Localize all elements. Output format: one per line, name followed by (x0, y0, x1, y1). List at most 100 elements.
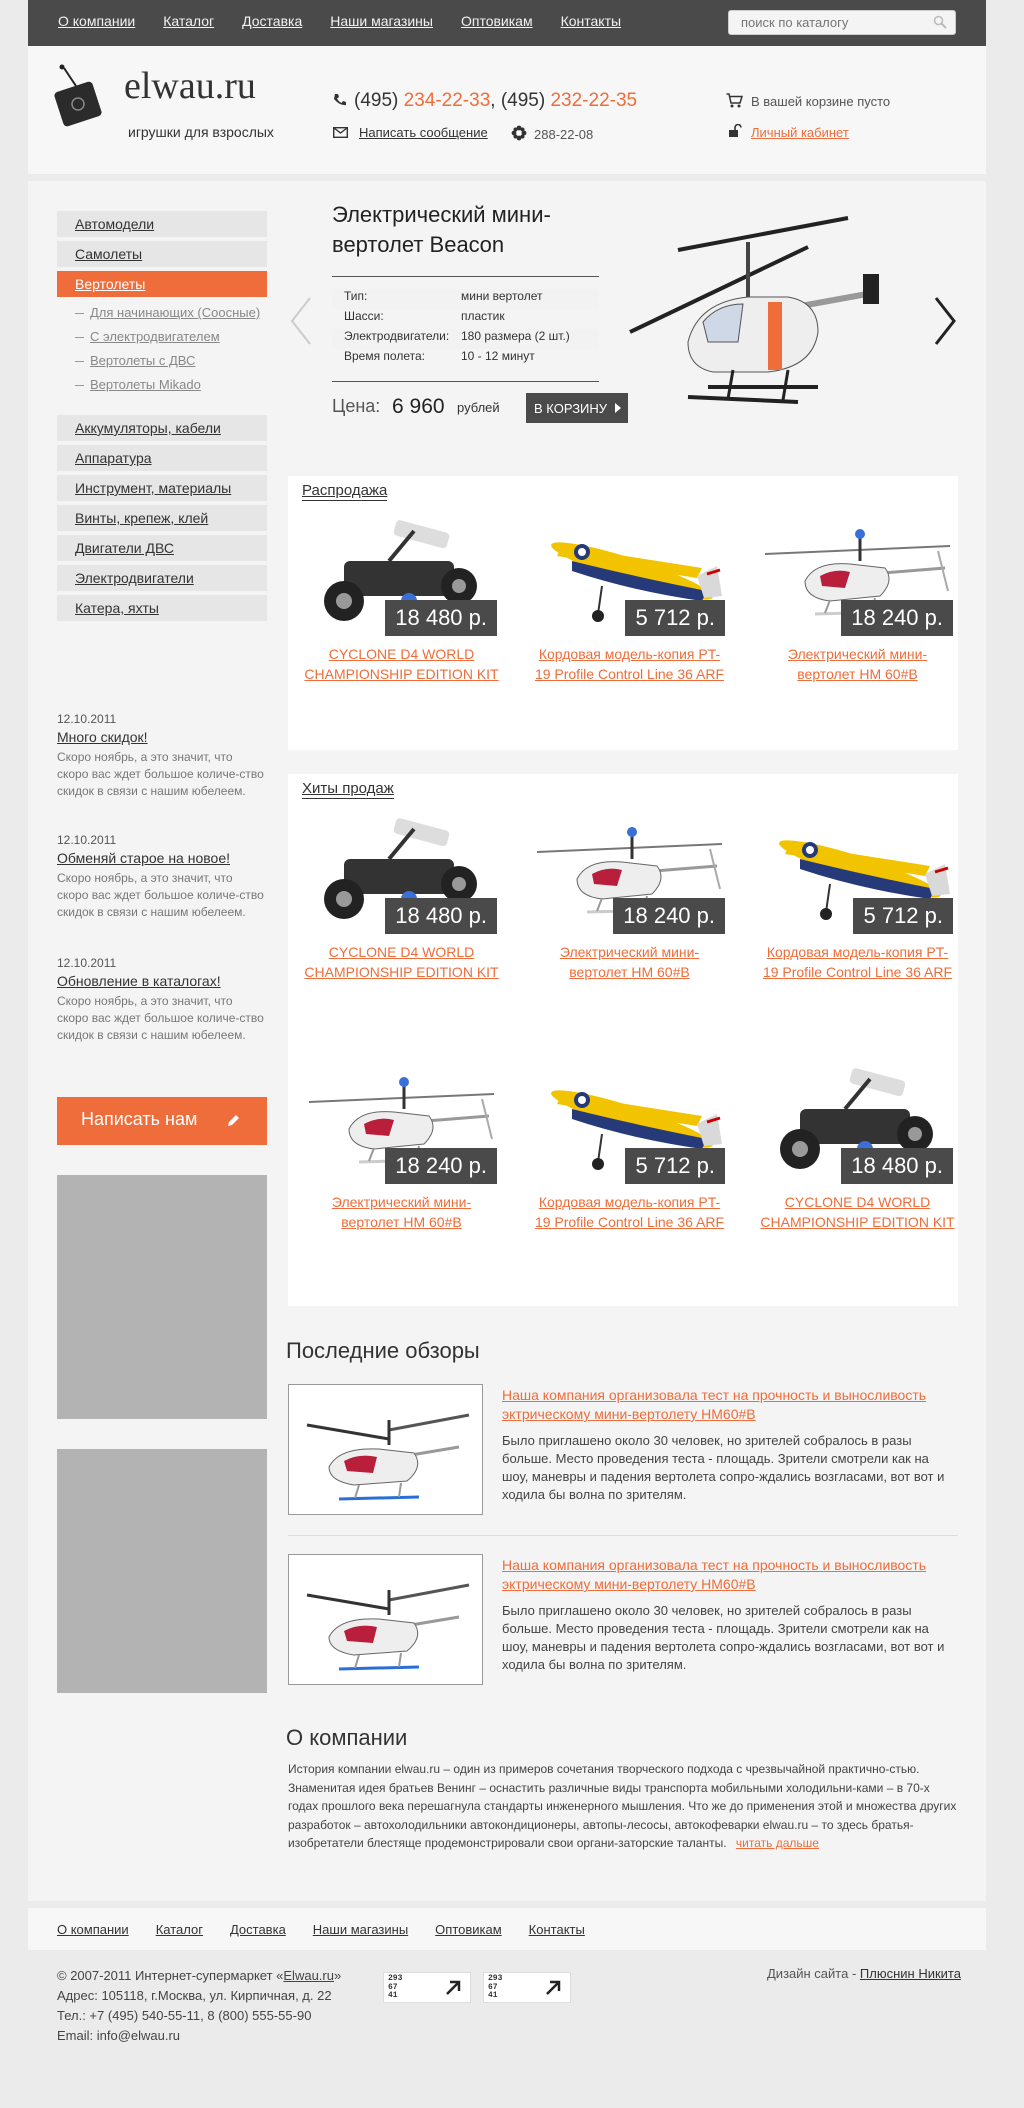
banner-placeholder (57, 1175, 267, 1419)
product-name[interactable]: Кордовая модель-копия PT-19 Profile Cont… (532, 1192, 727, 1232)
footer-nav-delivery[interactable]: Доставка (230, 1922, 286, 1937)
review-item: Наша компания организовала тест на прочн… (288, 1554, 958, 1686)
product-name[interactable]: Кордовая модель-копия PT-19 Profile Cont… (760, 942, 955, 982)
product-image[interactable]: 18 240 р. (532, 804, 727, 934)
nav-catalog[interactable]: Каталог (163, 13, 214, 29)
product-name[interactable]: CYCLONE D4 WORLD CHAMPIONSHIP EDITION KI… (304, 644, 499, 684)
news-date: 12.10.2011 (57, 712, 117, 726)
review-thumbnail[interactable] (288, 1554, 483, 1685)
footer-nav-about[interactable]: О компании (57, 1922, 129, 1937)
nav-shops[interactable]: Наши магазины (330, 13, 433, 29)
review-title[interactable]: Наша компания организовала тест на прочн… (502, 1386, 942, 1424)
product-image[interactable]: 18 480 р. (304, 804, 499, 934)
review-thumbnail[interactable] (288, 1384, 483, 1515)
product-price: 18 240 р. (613, 898, 725, 934)
footer-nav-wholesale[interactable]: Оптовикам (435, 1922, 502, 1937)
sidebar-item[interactable]: Аппаратура (57, 445, 267, 471)
search-input[interactable] (728, 10, 956, 35)
news-title[interactable]: Много скидок! (57, 729, 267, 745)
next-arrow-icon[interactable] (932, 296, 958, 346)
logo-text[interactable]: elwau.ru (124, 64, 256, 108)
add-to-cart-button[interactable]: В КОРЗИНУ (526, 393, 628, 423)
review-title[interactable]: Наша компания организовала тест на прочн… (502, 1556, 942, 1594)
sidebar-menu: Автомодели Самолеты Вертолеты Для начина… (57, 211, 267, 397)
product-image[interactable]: 5 712 р. (760, 804, 955, 934)
product-card[interactable]: 18 480 р. CYCLONE D4 WORLD CHAMPIONSHIP E… (304, 804, 499, 982)
counter-badge[interactable]: 293 67 41 (483, 1972, 571, 2003)
designer-label: Дизайн сайта - (767, 1966, 860, 1981)
sidebar-item[interactable]: Двигатели ДВС (57, 535, 267, 561)
product-card[interactable]: 5 712 р. Кордовая модель-копия PT-19 Prof… (760, 804, 955, 982)
submenu-item[interactable]: Вертолеты с ДВС (57, 349, 267, 373)
prev-arrow-icon[interactable] (288, 296, 314, 346)
product-card[interactable]: 18 240 р. Электрический мини-вертолет HM … (532, 804, 727, 982)
product-image[interactable]: 5 712 р. (532, 506, 727, 636)
nav-wholesale[interactable]: Оптовикам (461, 13, 533, 29)
copyright-end: » (333, 1968, 342, 1983)
product-name[interactable]: CYCLONE D4 WORLD CHAMPIONSHIP EDITION KI… (760, 1192, 955, 1232)
footer-email: Email: info@elwau.ru (57, 2028, 181, 2043)
read-more-link[interactable]: читать дальше (736, 1836, 819, 1850)
product-name[interactable]: CYCLONE D4 WORLD CHAMPIONSHIP EDITION KI… (304, 942, 499, 982)
sidebar-item[interactable]: Аккумуляторы, кабели (57, 415, 267, 441)
nav-contacts[interactable]: Контакты (561, 13, 621, 29)
news-date: 12.10.2011 (57, 956, 117, 970)
cabinet-link[interactable]: Личный кабинет (751, 125, 849, 140)
sidebar-item-automodels[interactable]: Автомодели (57, 211, 267, 237)
spec-label: Время полета: (344, 349, 425, 363)
sale-title[interactable]: Распродажа (302, 482, 388, 501)
sidebar-item[interactable]: Винты, крепеж, клей (57, 505, 267, 531)
product-name[interactable]: Электрический мини-вертолет HM 60#B (760, 644, 955, 684)
phone-icon (334, 94, 346, 106)
hero-title[interactable]: Электрический мини-вертолет Beacon (332, 200, 592, 260)
product-card[interactable]: 18 480 р. CYCLONE D4 WORLD CHAMPIONSHIP E… (760, 1054, 955, 1232)
sidebar-item[interactable]: Электродвигатели (57, 565, 267, 591)
sidebar-item[interactable]: Инструмент, материалы (57, 475, 267, 501)
sidebar-item-planes[interactable]: Самолеты (57, 241, 267, 267)
submenu: Для начинающих (Соосные) С электродвигат… (57, 301, 267, 397)
review-text: Было приглашено около 30 человек, но зри… (502, 1603, 945, 1672)
counter-badge[interactable]: 293 67 41 (383, 1972, 471, 2003)
product-card[interactable]: 5 712 р. Кордовая модель-копия PT-19 Prof… (532, 506, 727, 684)
news-text: Скоро ноябрь, а это значит, что скоро ва… (57, 750, 264, 798)
news-title[interactable]: Обменяй старое на новое! (57, 850, 267, 866)
product-name[interactable]: Электрический мини-вертолет HM 60#B (532, 942, 727, 982)
product-image[interactable]: 18 480 р. (304, 506, 499, 636)
phone2-code: (495) (500, 90, 546, 111)
sidebar-item-helicopters[interactable]: Вертолеты (57, 271, 267, 297)
product-card[interactable]: 5 712 р. Кордовая модель-копия PT-19 Prof… (532, 1054, 727, 1232)
submenu-item[interactable]: С электродвигателем (57, 325, 267, 349)
product-image[interactable]: 18 240 р. (760, 506, 955, 636)
sidebar-item[interactable]: Катера, яхты (57, 595, 267, 621)
write-message-link[interactable]: Написать сообщение (359, 125, 488, 140)
footer-nav-contacts[interactable]: Контакты (529, 1922, 585, 1937)
product-name[interactable]: Кордовая модель-копия PT-19 Profile Cont… (532, 644, 727, 684)
submenu-item[interactable]: Вертолеты Mikado (57, 373, 267, 397)
product-name[interactable]: Электрический мини-вертолет HM 60#B (304, 1192, 499, 1232)
cart-icon[interactable] (726, 93, 743, 108)
add-to-cart-label: В КОРЗИНУ (534, 401, 608, 416)
sidebar-menu-2: Аккумуляторы, кабели Аппаратура Инструме… (57, 415, 267, 625)
submenu-item[interactable]: Для начинающих (Соосные) (57, 301, 267, 325)
product-card[interactable]: 18 240 р. Электрический мини-вертолет HM … (760, 506, 955, 684)
product-image[interactable]: 5 712 р. (532, 1054, 727, 1184)
product-price: 18 480 р. (385, 898, 497, 934)
copyright-link[interactable]: Elwau.ru (283, 1968, 334, 1983)
news-title[interactable]: Обновление в каталогах! (57, 973, 267, 989)
footer-nav-catalog[interactable]: Каталог (156, 1922, 203, 1937)
spec-value: пластик (461, 309, 505, 323)
logo-icon[interactable] (54, 64, 106, 128)
footer-nav-shops[interactable]: Наши магазины (313, 1922, 408, 1937)
product-image[interactable]: 18 240 р. (304, 1054, 499, 1184)
write-us-button[interactable]: Написать нам (57, 1097, 267, 1145)
hits-panel: Хиты продаж 18 480 р. CYCLONE D4 WORLD CH… (288, 774, 958, 1306)
search-icon[interactable] (933, 15, 947, 29)
nav-delivery[interactable]: Доставка (242, 13, 302, 29)
hits-title[interactable]: Хиты продаж (302, 780, 394, 799)
product-image[interactable]: 18 480 р. (760, 1054, 955, 1184)
hero-helicopter-image[interactable] (618, 202, 908, 422)
product-card[interactable]: 18 480 р. CYCLONE D4 WORLD CHAMPIONSHIP E… (304, 506, 499, 684)
designer-link[interactable]: Плюснин Никита (860, 1966, 961, 1981)
nav-about[interactable]: О компании (58, 13, 135, 29)
product-card[interactable]: 18 240 р. Электрический мини-вертолет HM … (304, 1054, 499, 1232)
